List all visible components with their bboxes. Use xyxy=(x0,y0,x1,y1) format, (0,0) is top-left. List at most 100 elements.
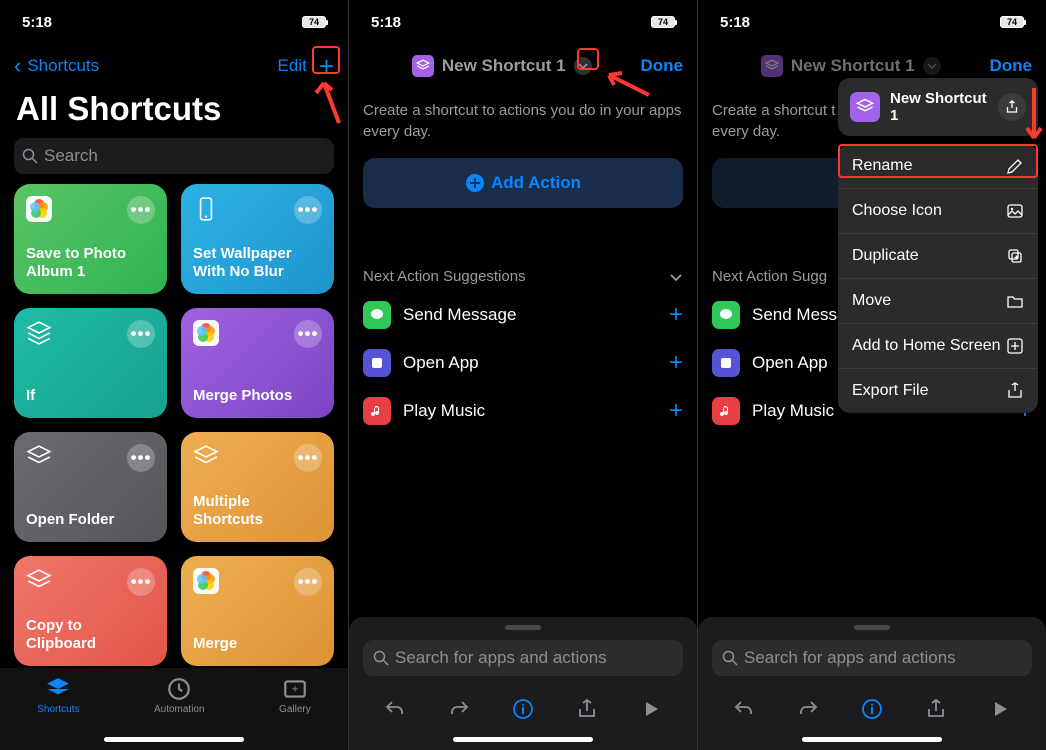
status-bar: 5:18 74 xyxy=(0,0,348,44)
shortcut-tile[interactable]: •••Set Wallpaper With No Blur xyxy=(181,184,334,294)
add-shortcut-button[interactable]: + xyxy=(319,51,334,82)
tile-more-button[interactable]: ••• xyxy=(127,196,155,224)
export-icon xyxy=(1006,382,1024,400)
battery-indicator: 74 xyxy=(302,16,326,28)
share-button[interactable] xyxy=(998,93,1026,121)
add-icon[interactable]: + xyxy=(669,397,683,425)
screen-shortcut-menu-popup: 5:18 74 New Shortcut 1 Done Create a sho… xyxy=(698,0,1046,750)
tab-gallery[interactable]: + Gallery xyxy=(279,676,311,715)
shortcut-title-button[interactable]: New Shortcut 1 xyxy=(761,55,941,77)
suggestion-item[interactable]: Play Music+ xyxy=(363,387,683,435)
battery-indicator: 74 xyxy=(1000,16,1024,28)
plus-square-icon xyxy=(1006,337,1024,355)
screen-shortcuts-list: 5:18 74 ‹ Shortcuts Edit + All Shortcuts… xyxy=(0,0,348,750)
suggestion-item[interactable]: Send Message+ xyxy=(363,291,683,339)
undo-button[interactable] xyxy=(382,696,408,722)
shortcut-badge-icon xyxy=(412,55,434,77)
tile-more-button[interactable]: ••• xyxy=(294,196,322,224)
edit-button[interactable]: Edit xyxy=(278,56,307,76)
automation-icon xyxy=(166,676,192,702)
bottom-sheet[interactable]: Search for apps and actions xyxy=(349,617,697,750)
suggestions-header[interactable]: Next Action Suggestions xyxy=(363,268,683,285)
tile-more-button[interactable]: ••• xyxy=(294,444,322,472)
home-indicator[interactable] xyxy=(802,737,942,742)
shortcut-tile[interactable]: •••If xyxy=(14,308,167,418)
app-icon xyxy=(712,349,740,377)
info-button[interactable] xyxy=(510,696,536,722)
status-right: 74 xyxy=(294,16,326,28)
menu-export[interactable]: Export File xyxy=(838,369,1038,413)
messages-icon xyxy=(363,301,391,329)
nav-bar: New Shortcut 1 Done xyxy=(349,44,697,88)
shortcut-badge-icon xyxy=(850,92,880,122)
info-button[interactable] xyxy=(859,696,885,722)
redo-button[interactable] xyxy=(446,696,472,722)
chevron-left-icon: ‹ xyxy=(14,53,21,79)
tile-more-button[interactable]: ••• xyxy=(127,568,155,596)
play-button[interactable] xyxy=(638,696,664,722)
battery-indicator: 74 xyxy=(651,16,675,28)
tab-automation[interactable]: Automation xyxy=(154,676,205,715)
status-right: 74 xyxy=(992,16,1024,28)
home-indicator[interactable] xyxy=(104,737,244,742)
sheet-search-input[interactable]: Search for apps and actions xyxy=(712,640,1032,676)
tile-more-button[interactable]: ••• xyxy=(127,320,155,348)
tab-shortcuts[interactable]: Shortcuts xyxy=(37,676,79,715)
shortcut-tile[interactable]: •••Multiple Shortcuts xyxy=(181,432,334,542)
home-indicator[interactable] xyxy=(453,737,593,742)
shortcut-tile[interactable]: •••Open Folder xyxy=(14,432,167,542)
search-input[interactable]: Search xyxy=(14,138,334,174)
menu-move[interactable]: Move xyxy=(838,279,1038,324)
sheet-grabber[interactable] xyxy=(505,625,541,630)
nav-bar: ‹ Shortcuts Edit + xyxy=(0,44,348,88)
shortcut-tile[interactable]: •••Save to Photo Album 1 xyxy=(14,184,167,294)
search-icon xyxy=(722,650,738,666)
tile-more-button[interactable]: ••• xyxy=(294,320,322,348)
menu-choose-icon[interactable]: Choose Icon xyxy=(838,189,1038,234)
hint-text: Create a shortcut to actions you do in y… xyxy=(363,100,683,142)
messages-icon xyxy=(712,301,740,329)
svg-text:+: + xyxy=(292,683,298,695)
play-button[interactable] xyxy=(987,696,1013,722)
page-title: All Shortcuts xyxy=(0,88,348,138)
shortcut-title-button[interactable]: New Shortcut 1 xyxy=(412,55,592,77)
screen-new-shortcut-editor: 5:18 74 New Shortcut 1 Done Create a sho… xyxy=(349,0,697,750)
bottom-sheet[interactable]: Search for apps and actions xyxy=(698,617,1046,750)
shortcut-tile[interactable]: •••Merge xyxy=(181,556,334,666)
suggestion-item[interactable]: Open App+ xyxy=(363,339,683,387)
status-bar: 5:18 74 xyxy=(698,0,1046,44)
search-icon xyxy=(22,148,38,164)
layers-icon xyxy=(26,568,52,594)
back-button[interactable]: ‹ Shortcuts xyxy=(14,53,99,79)
battery-level: 74 xyxy=(302,16,326,28)
shortcut-tile[interactable]: •••Merge Photos xyxy=(181,308,334,418)
layers-icon xyxy=(26,320,52,346)
menu-rename[interactable]: Rename xyxy=(838,144,1038,189)
phone-icon xyxy=(193,196,219,222)
folder-icon xyxy=(1006,292,1024,310)
undo-button[interactable] xyxy=(731,696,757,722)
layers-icon xyxy=(26,444,52,470)
music-icon xyxy=(712,397,740,425)
sheet-grabber[interactable] xyxy=(854,625,890,630)
share-button[interactable] xyxy=(923,696,949,722)
add-icon[interactable]: + xyxy=(669,301,683,329)
sheet-search-input[interactable]: Search for apps and actions xyxy=(363,640,683,676)
redo-button[interactable] xyxy=(795,696,821,722)
context-menu-popup: New Shortcut 1 Rename Choose Icon Duplic… xyxy=(838,78,1038,413)
menu-add-home[interactable]: Add to Home Screen xyxy=(838,324,1038,369)
tile-more-button[interactable]: ••• xyxy=(127,444,155,472)
plus-circle-icon xyxy=(465,173,485,193)
status-time: 5:18 xyxy=(22,14,52,31)
menu-duplicate[interactable]: Duplicate xyxy=(838,234,1038,279)
done-button[interactable]: Done xyxy=(641,56,684,76)
shortcut-tile[interactable]: •••Copy to Clipboard xyxy=(14,556,167,666)
share-button[interactable] xyxy=(574,696,600,722)
done-button[interactable]: Done xyxy=(990,56,1033,76)
app-icon xyxy=(363,349,391,377)
add-action-button[interactable]: Add Action xyxy=(363,158,683,208)
pencil-icon xyxy=(1006,157,1024,175)
chevron-down-icon xyxy=(669,270,683,284)
add-icon[interactable]: + xyxy=(669,349,683,377)
tile-more-button[interactable]: ••• xyxy=(294,568,322,596)
